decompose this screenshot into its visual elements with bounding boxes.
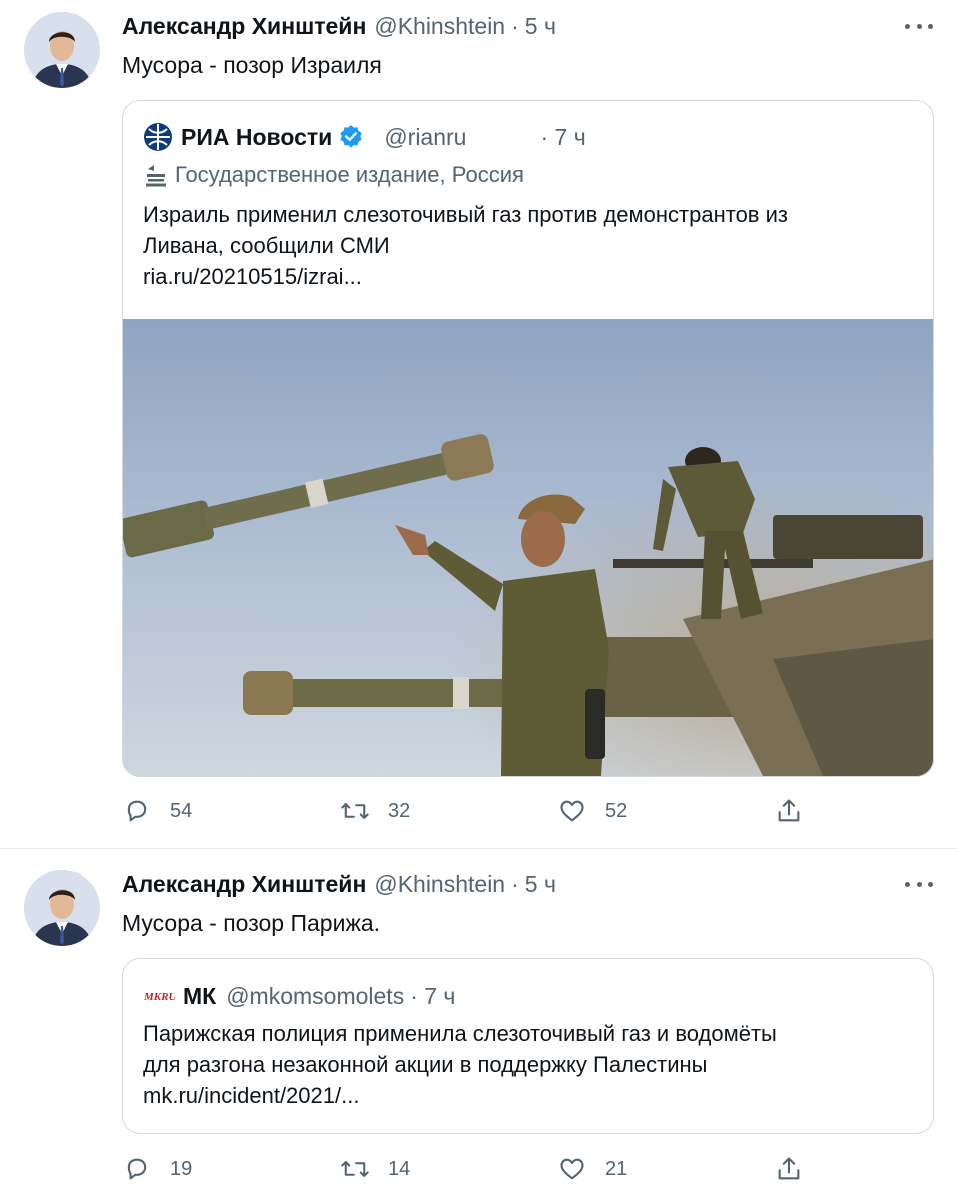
tweet-header: Александр Хинштейн @Khinshtein · 5 ч: [122, 11, 556, 41]
quoted-tweet[interactable]: MKRU МК @mkomsomolets · 7 ч Парижская по…: [122, 958, 934, 1134]
tweet-header: Александр Хинштейн @Khinshtein · 5 ч: [122, 869, 556, 899]
retweet-count: 32: [388, 799, 411, 822]
state-media-text: Государственное издание, Россия: [175, 162, 524, 187]
tweet-time[interactable]: 5 ч: [525, 13, 556, 40]
tweet-divider: [0, 848, 957, 849]
quoted-text-line-2: Ливана, сообщили СМИ: [143, 233, 390, 258]
tweet-actions: 54 32 52: [122, 795, 822, 827]
mk-logo-icon: MKRU: [143, 981, 175, 1011]
author-handle[interactable]: @Khinshtein: [374, 871, 505, 898]
quoted-author-name[interactable]: МК: [183, 983, 216, 1010]
separator-dot: ·: [511, 12, 519, 39]
avatar[interactable]: [24, 870, 100, 946]
author-name[interactable]: Александр Хинштейн: [122, 13, 366, 40]
author-name[interactable]: Александр Хинштейн: [122, 871, 366, 898]
reply-icon: [122, 1154, 152, 1184]
retweet-button[interactable]: 32: [340, 795, 410, 827]
more-icon[interactable]: [905, 11, 933, 41]
like-button[interactable]: 52: [557, 795, 627, 827]
verified-icon: [338, 124, 364, 150]
retweet-icon: [340, 796, 370, 826]
share-icon: [774, 1154, 804, 1184]
tweet-text: Мусора - позор Израиля: [122, 52, 382, 78]
author-handle[interactable]: @Khinshtein: [374, 13, 505, 40]
retweet-button[interactable]: 14: [340, 1153, 410, 1185]
quoted-link[interactable]: ria.ru/20210515/izrai...: [143, 261, 362, 292]
quoted-author-handle[interactable]: @rianru: [384, 124, 466, 151]
quoted-tweet[interactable]: РИА Новости @rianru · 7 ч Государственно…: [122, 100, 934, 777]
tweet-1[interactable]: Александр Хинштейн @Khinshtein · 5 ч Мус…: [0, 0, 957, 850]
retweet-count: 14: [388, 1157, 411, 1180]
ria-logo-icon: [143, 122, 173, 152]
quoted-text-line-1: Израиль применил слезоточивый газ против…: [143, 202, 788, 227]
reply-button[interactable]: 19: [122, 1153, 192, 1185]
quoted-author-handle[interactable]: @mkomsomolets: [226, 983, 404, 1010]
like-count: 21: [605, 1157, 628, 1180]
tweet-text: Мусора - позор Парижа.: [122, 910, 381, 936]
tweet-2[interactable]: Александр Хинштейн @Khinshtein · 5 ч Мус…: [0, 850, 957, 1200]
share-icon: [774, 796, 804, 826]
reply-count: 54: [170, 799, 193, 822]
quoted-time[interactable]: · 7 ч: [410, 983, 455, 1010]
share-button[interactable]: [774, 1153, 804, 1185]
like-button[interactable]: 21: [557, 1153, 627, 1185]
reply-icon: [122, 796, 152, 826]
quoted-media-image[interactable]: [123, 319, 933, 776]
more-icon[interactable]: [905, 869, 933, 899]
reply-count: 19: [170, 1157, 193, 1180]
share-button[interactable]: [774, 795, 804, 827]
tweet-time[interactable]: 5 ч: [525, 871, 556, 898]
retweet-icon: [340, 1154, 370, 1184]
reply-button[interactable]: 54: [122, 795, 192, 827]
avatar[interactable]: [24, 12, 100, 88]
svg-text:MKRU: MKRU: [143, 991, 175, 1003]
quoted-text-line-1: Парижская полиция применила слезоточивый…: [143, 1021, 777, 1046]
quoted-author-name[interactable]: РИА Новости: [181, 124, 332, 151]
separator-dot: ·: [511, 870, 519, 897]
quoted-time[interactable]: · 7 ч: [540, 124, 585, 151]
quoted-link[interactable]: mk.ru/incident/2021/...: [143, 1080, 359, 1111]
quoted-header: РИА Новости @rianru · 7 ч: [143, 122, 586, 152]
like-icon: [557, 1154, 587, 1184]
state-media-label[interactable]: Государственное издание, Россия: [143, 160, 524, 190]
quoted-text-line-2: для разгона незаконной акции в поддержку…: [143, 1052, 708, 1077]
quoted-header: MKRU МК @mkomsomolets · 7 ч: [143, 981, 455, 1011]
like-icon: [557, 796, 587, 826]
like-count: 52: [605, 799, 628, 822]
tweet-actions: 19 14 21: [122, 1153, 822, 1185]
state-media-icon: [143, 160, 169, 190]
